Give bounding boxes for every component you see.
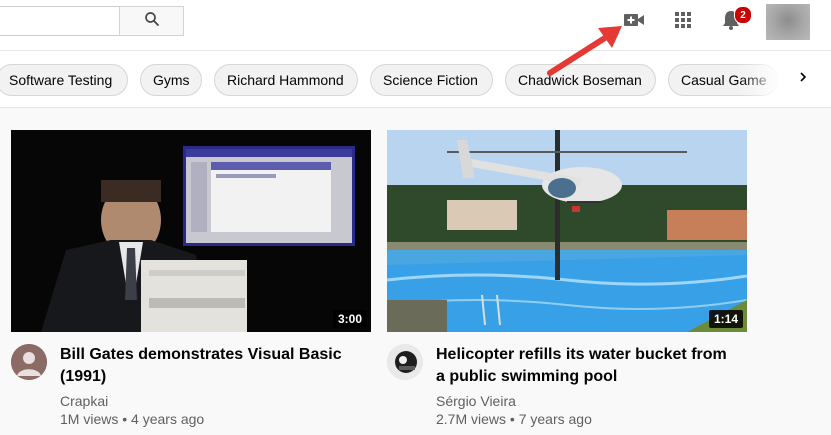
thumbnail-image <box>387 130 747 332</box>
chip-scroll-next-button[interactable] <box>792 67 814 91</box>
chip-label: Science Fiction <box>383 72 478 88</box>
channel-avatar[interactable] <box>11 344 47 380</box>
chip-label: Gyms <box>153 72 190 88</box>
upload-age: 4 years ago <box>131 411 205 427</box>
thumbnail-image <box>11 130 371 332</box>
chip-label: Richard Hammond <box>227 72 344 88</box>
chip-gyms[interactable]: Gyms <box>140 64 202 96</box>
upload-age: 7 years ago <box>518 411 592 427</box>
view-count: 1M views <box>60 411 119 427</box>
video-duration: 1:14 <box>708 310 743 328</box>
chip-label: Software Testing <box>9 72 113 88</box>
masthead: 2 <box>0 0 831 50</box>
default-user-icon <box>11 344 47 380</box>
chevron-right-icon <box>798 70 808 89</box>
channel-name[interactable]: Crapkai <box>60 393 108 409</box>
video-thumbnail[interactable]: 1:14 <box>387 130 747 332</box>
search-input[interactable] <box>0 6 120 36</box>
video-title[interactable]: Helicopter refills its water bucket from… <box>436 344 736 388</box>
apps-grid-icon <box>674 11 692 34</box>
channel-avatar[interactable] <box>387 344 423 380</box>
video-title[interactable]: Bill Gates demonstrates Visual Basic (19… <box>60 344 360 388</box>
account-avatar[interactable] <box>766 4 810 40</box>
meta-separator: • <box>122 411 128 427</box>
chip-software-testing[interactable]: Software Testing <box>0 64 128 96</box>
video-duration: 3:00 <box>332 310 367 328</box>
video-metadata: 1M views • 4 years ago <box>60 411 204 427</box>
search-button[interactable] <box>119 6 184 36</box>
search-icon <box>143 10 161 33</box>
chip-science-fiction[interactable]: Science Fiction <box>370 64 493 96</box>
view-count: 2.7M views <box>436 411 507 427</box>
notification-count-badge: 2 <box>734 6 752 24</box>
meta-separator: • <box>509 411 515 427</box>
video-metadata: 2.7M views • 7 years ago <box>436 411 592 427</box>
channel-name[interactable]: Sérgio Vieira <box>436 393 516 409</box>
apps-button[interactable] <box>671 10 695 34</box>
channel-avatar-image <box>387 344 423 380</box>
chip-fade-overlay <box>740 51 800 107</box>
chip-bar: Software Testing Gyms Richard Hammond Sc… <box>0 50 831 108</box>
annotation-arrow <box>547 26 622 76</box>
video-thumbnail[interactable]: 3:00 <box>11 130 371 332</box>
chip-richard-hammond[interactable]: Richard Hammond <box>214 64 358 96</box>
